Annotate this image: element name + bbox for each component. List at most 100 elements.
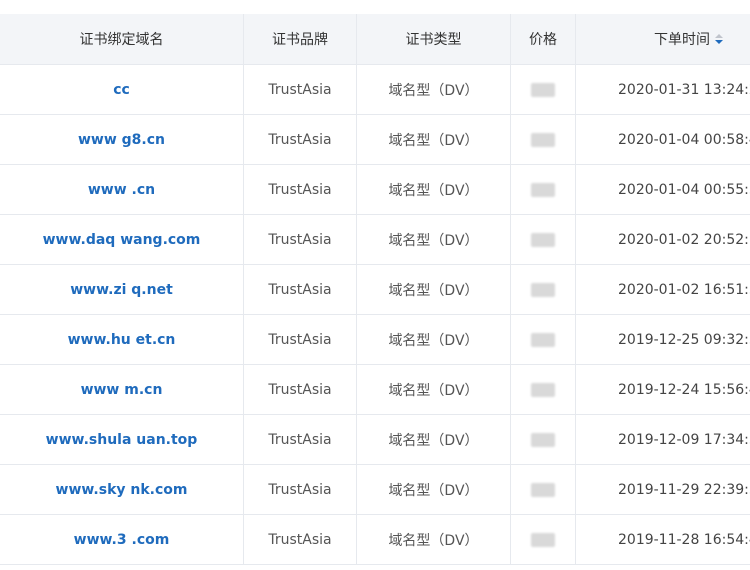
cert-brand-cell: TrustAsia [244,115,357,164]
col-brand-header: 证书品牌 [244,14,357,64]
cert-type-cell: 域名型（DV） [357,465,511,514]
domain-link[interactable]: www .cn [88,182,155,198]
price-cell [511,215,576,264]
order-time-cell: 2019-11-29 22:39:52 [576,465,750,514]
table-row: www.daq wang.com TrustAsia 域名型（DV） 2020-01-… [0,215,750,265]
cert-type-cell: 域名型（DV） [357,315,511,364]
cert-type: 域名型（DV） [388,532,479,549]
cert-brand: TrustAsia [268,481,332,498]
domain-link[interactable]: www.daq wang.com [43,232,201,248]
price-cell [511,365,576,414]
price-redacted [531,282,555,297]
table-row: www.hu et.cn TrustAsia 域名型（DV） 2019-12-25 0… [0,315,750,365]
order-time-cell: 2020-01-02 20:52:19 [576,215,750,264]
price-cell [511,315,576,364]
domain-link-cell: www.zi q.net [0,265,244,314]
cert-brand-cell: TrustAsia [244,215,357,264]
cert-type: 域名型（DV） [388,132,479,149]
price-redacted [531,432,555,447]
cert-brand-cell: TrustAsia [244,315,357,364]
domain-link[interactable]: www.zi q.net [70,282,173,298]
table-header: 证书绑定域名 证书品牌 证书类型 价格 下单时间 [0,14,750,65]
order-time-cell: 2019-11-28 16:54:44 [576,515,750,564]
price-cell [511,515,576,564]
domain-link[interactable]: www m.cn [81,382,163,398]
cert-type-cell: 域名型（DV） [357,415,511,464]
domain-link-cell: www.daq wang.com [0,215,244,264]
cert-type: 域名型（DV） [388,332,479,349]
domain-link[interactable]: cc [113,82,130,98]
cert-brand: TrustAsia [268,81,332,98]
table-body: cc TrustAsia 域名型（DV） 2020-01-31 13:24:2 www … [0,65,750,565]
sort-caret-icon[interactable] [715,34,723,44]
cert-type-cell: 域名型（DV） [357,365,511,414]
order-time-cell: 2020-01-02 16:51:50 [576,265,750,314]
domain-link[interactable]: www.3 .com [74,532,170,548]
order-time-cell: 2020-01-04 00:55:3 [576,165,750,214]
cert-brand-cell: TrustAsia [244,165,357,214]
price-cell [511,65,576,114]
cert-brand-cell: TrustAsia [244,265,357,314]
orders-table: 证书绑定域名 证书品牌 证书类型 价格 下单时间 cc TrustAsia 域名型（… [0,14,750,565]
order-time: 2020-01-31 13:24:2 [618,81,750,98]
order-time: 2019-11-29 22:39:52 [618,481,750,498]
order-time: 2019-12-25 09:32:32 [618,331,750,348]
order-time: 2019-12-09 17:34:5 [618,431,750,448]
table-row: www g8.cn TrustAsia 域名型（DV） 2020-01-04 00:5… [0,115,750,165]
domain-link-cell: www.sky nk.com [0,465,244,514]
sort-by-time[interactable]: 下单时间 [654,29,723,49]
order-time: 2020-01-02 16:51:50 [618,281,750,298]
price-redacted [531,332,555,347]
cert-brand-cell: TrustAsia [244,365,357,414]
cert-type-cell: 域名型（DV） [357,215,511,264]
price-redacted [531,82,555,97]
col-price-header: 价格 [511,14,576,64]
order-time: 2019-11-28 16:54:44 [618,531,750,548]
order-time-cell: 2020-01-04 00:58:46 [576,115,750,164]
domain-link[interactable]: www g8.cn [78,132,165,148]
cert-type: 域名型（DV） [388,282,479,299]
cert-type: 域名型（DV） [388,482,479,499]
cert-type-cell: 域名型（DV） [357,515,511,564]
domain-link-cell: www.hu et.cn [0,315,244,364]
cert-type: 域名型（DV） [388,182,479,199]
cert-brand-cell: TrustAsia [244,415,357,464]
cert-type-cell: 域名型（DV） [357,65,511,114]
price-cell [511,115,576,164]
table-row: www.shula uan.top TrustAsia 域名型（DV） 2019-12… [0,415,750,465]
cert-type-cell: 域名型（DV） [357,115,511,164]
domain-link[interactable]: www.shula uan.top [46,432,198,448]
order-time-cell: 2019-12-24 15:56:40 [576,365,750,414]
price-redacted [531,482,555,497]
table-row: www.sky nk.com TrustAsia 域名型（DV） 2019-11-29… [0,465,750,515]
cert-brand: TrustAsia [268,331,332,348]
order-time-cell: 2019-12-25 09:32:32 [576,315,750,364]
table-row: www m.cn TrustAsia 域名型（DV） 2019-12-24 15:56… [0,365,750,415]
cert-type: 域名型（DV） [388,232,479,249]
cert-type: 域名型（DV） [388,432,479,449]
domain-link[interactable]: www.sky nk.com [56,482,188,498]
col-time-header[interactable]: 下单时间 [576,14,750,64]
cert-brand: TrustAsia [268,531,332,548]
cert-brand: TrustAsia [268,431,332,448]
price-redacted [531,382,555,397]
price-cell [511,165,576,214]
order-time: 2020-01-02 20:52:19 [618,231,750,248]
domain-link-cell: cc [0,65,244,114]
domain-link-cell: www.shula uan.top [0,415,244,464]
cert-brand: TrustAsia [268,181,332,198]
table-row: www.3 .com TrustAsia 域名型（DV） 2019-11-28 16:… [0,515,750,565]
cert-brand-cell: TrustAsia [244,515,357,564]
cert-brand: TrustAsia [268,131,332,148]
cert-type-cell: 域名型（DV） [357,165,511,214]
table-row: www .cn TrustAsia 域名型（DV） 2020-01-04 00:55:… [0,165,750,215]
cert-type-cell: 域名型（DV） [357,265,511,314]
table-row: cc TrustAsia 域名型（DV） 2020-01-31 13:24:2 [0,65,750,115]
domain-link[interactable]: www.hu et.cn [68,332,176,348]
order-time-cell: 2020-01-31 13:24:2 [576,65,750,114]
cert-brand: TrustAsia [268,231,332,248]
price-cell [511,265,576,314]
price-redacted [531,232,555,247]
price-redacted [531,132,555,147]
price-cell [511,415,576,464]
